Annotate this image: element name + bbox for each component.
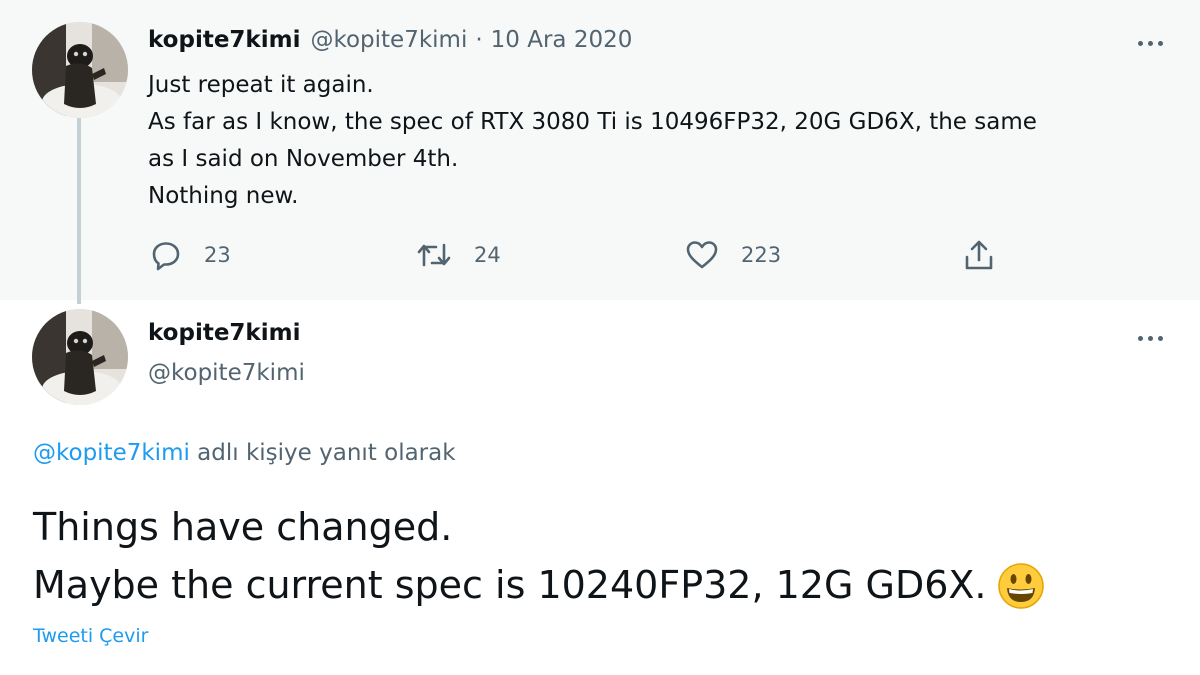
retweet-count: 24 bbox=[474, 243, 501, 267]
dot-icon bbox=[1137, 335, 1143, 341]
dot-icon bbox=[1157, 40, 1163, 46]
reply-to-handle-link[interactable]: @kopite7kimi bbox=[33, 440, 190, 466]
tweet-text-line: Nothing new. bbox=[148, 183, 299, 209]
dot-icon bbox=[1147, 40, 1153, 46]
tweet-text-line-2: Maybe the current spec is 10240FP32, 12G… bbox=[33, 556, 1045, 626]
retweet-button[interactable]: 24 bbox=[416, 237, 501, 273]
user-handle[interactable]: @kopite7kimi bbox=[310, 27, 467, 53]
tweet-2-text: Things have changed. Maybe the current s… bbox=[33, 498, 1045, 626]
tweet-text-line: as I said on November 4th. bbox=[148, 146, 459, 172]
tweet-text-line: Maybe the current spec is 10240FP32, 12G… bbox=[33, 563, 987, 607]
separator-dot: · bbox=[475, 27, 483, 53]
like-button[interactable]: 223 bbox=[685, 237, 781, 273]
dot-icon bbox=[1147, 335, 1153, 341]
dot-icon bbox=[1157, 335, 1163, 341]
more-options-button[interactable] bbox=[1130, 326, 1170, 350]
reply-context-text: adlı kişiye yanıt olarak bbox=[189, 440, 456, 466]
avatar[interactable] bbox=[32, 309, 128, 405]
tweet-1-text: Just repeat it again. As far as I know, … bbox=[148, 67, 1168, 215]
tweet-date[interactable]: 10 Ara 2020 bbox=[491, 27, 633, 53]
translate-tweet-link[interactable]: Tweeti Çevir bbox=[33, 625, 148, 647]
retweet-icon bbox=[416, 239, 452, 271]
display-name[interactable]: kopite7kimi bbox=[148, 27, 300, 53]
display-name[interactable]: kopite7kimi bbox=[148, 320, 300, 346]
smiley-emoji-icon bbox=[997, 562, 1045, 626]
reply-icon bbox=[150, 239, 182, 271]
tweet-text-line: Just repeat it again. bbox=[148, 72, 374, 98]
like-count: 223 bbox=[741, 243, 782, 267]
reply-count: 23 bbox=[204, 243, 231, 267]
reply-button[interactable]: 23 bbox=[150, 237, 231, 273]
tweet-text-line: Things have changed. bbox=[33, 505, 453, 549]
more-options-button[interactable] bbox=[1130, 31, 1170, 55]
thread-line bbox=[77, 116, 81, 304]
heart-icon bbox=[685, 239, 719, 271]
reply-context: @kopite7kimi adlı kişiye yanıt olarak bbox=[33, 440, 456, 466]
avatar[interactable] bbox=[32, 22, 128, 118]
tweet-text-line: As far as I know, the spec of RTX 3080 T… bbox=[148, 109, 1037, 135]
dot-icon bbox=[1137, 40, 1143, 46]
share-button[interactable] bbox=[962, 237, 996, 273]
tweet-1-header: kopite7kimi @kopite7kimi · 10 Ara 2020 bbox=[148, 27, 632, 59]
user-handle[interactable]: @kopite7kimi bbox=[148, 360, 305, 386]
share-icon bbox=[962, 238, 996, 272]
